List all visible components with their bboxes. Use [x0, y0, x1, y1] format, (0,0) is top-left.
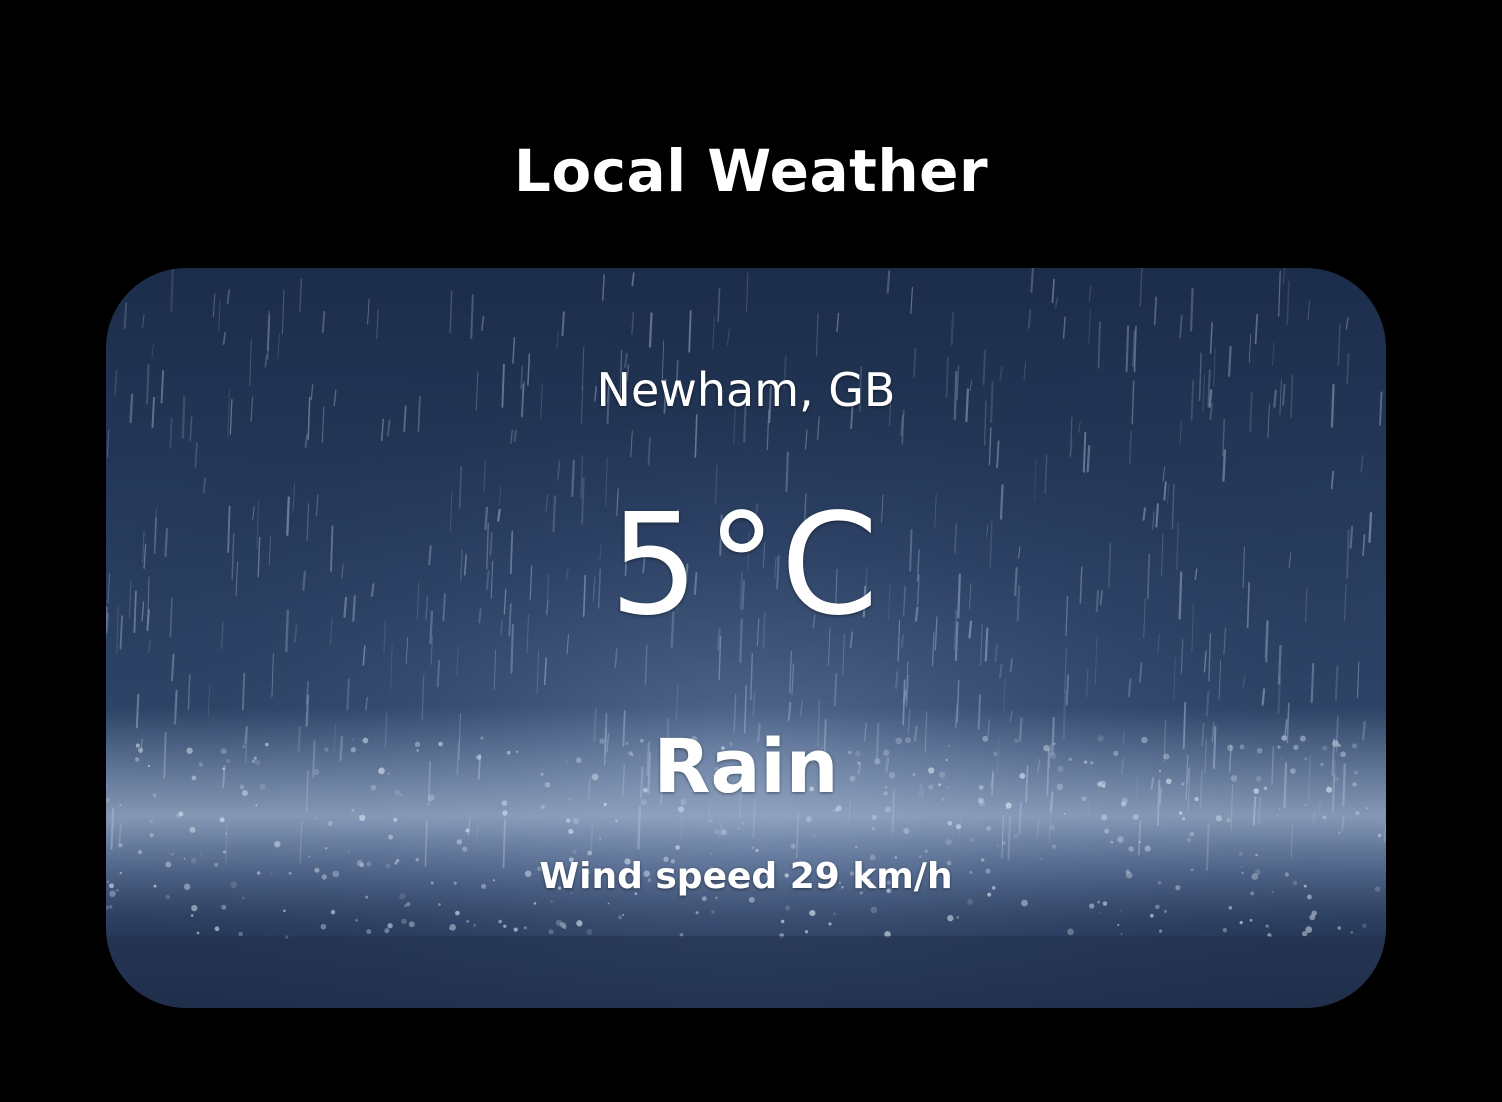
wind-speed-value: 29 km/h: [789, 856, 953, 897]
page-title: Local Weather: [513, 136, 989, 205]
location-label: Newham, GB: [596, 363, 896, 417]
temperature-unit: °C: [706, 484, 883, 647]
temperature-readout: 5°C: [106, 486, 1386, 646]
wind-speed-label: Wind speed: [539, 856, 778, 897]
weather-condition: Rain: [653, 724, 839, 810]
wind-speed-readout: Wind speed 29 km/h: [106, 852, 1386, 902]
temperature-value: 5: [609, 484, 703, 647]
page: Local Weather Newham, GB 5°C Rain Wind s…: [0, 0, 1502, 1102]
weather-card: Newham, GB 5°C Rain Wind speed 29 km/h: [106, 268, 1386, 1008]
